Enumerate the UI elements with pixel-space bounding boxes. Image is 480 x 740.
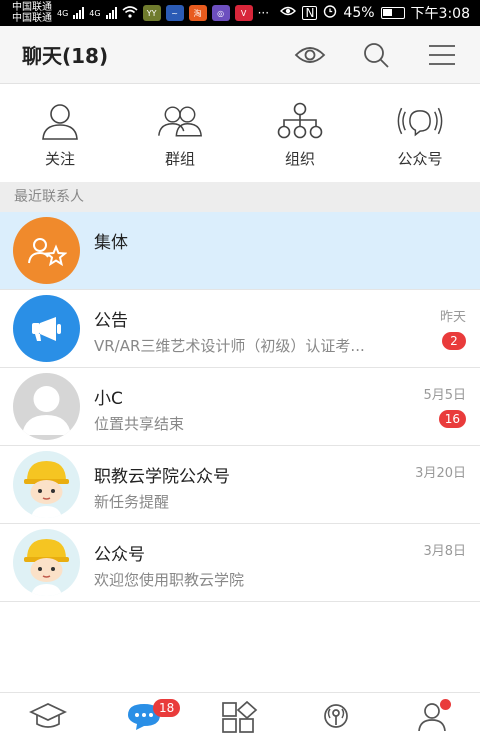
signal-icon [73, 7, 85, 19]
more-dots: ··· [257, 6, 270, 20]
conversation-time: 昨天 [439, 310, 466, 325]
conversation-preview: 新任务提醒 [94, 493, 170, 511]
quick-entry-org[interactable]: 组织 [240, 84, 360, 182]
quick-entry-follow[interactable]: 关注 [0, 84, 120, 182]
conversation-item[interactable]: 公众号 3月8日 欢迎您使用职教云学院 [0, 524, 480, 602]
battery-icon [380, 7, 405, 19]
conversation-item[interactable]: 职教云学院公众号 3月20日 新任务提醒 [0, 446, 480, 524]
graduation-cap-icon [29, 701, 67, 735]
quick-entry-label: 组织 [284, 150, 315, 168]
megaphone-avatar [13, 295, 80, 362]
broadcast-signal-icon [317, 701, 355, 735]
group-star-avatar [13, 217, 80, 284]
person-icon [37, 102, 83, 140]
unread-badge: 2 [442, 332, 466, 350]
chat-unread-badge: 18 [153, 699, 181, 717]
app-notification-icon: ◎ [211, 5, 230, 21]
page-title: 聊天(18) [22, 44, 109, 68]
conversation-name: 职教云学院公众号 [94, 467, 230, 487]
top-bar: 聊天(18) [0, 26, 480, 84]
group-icon [157, 102, 203, 140]
conversation-name: 公众号 [94, 545, 145, 565]
app-notification-icon: ~ [165, 5, 184, 21]
worker-avatar [13, 451, 80, 518]
alarm-icon [323, 4, 337, 22]
quick-entry-label: 关注 [44, 150, 75, 168]
default-user-avatar [13, 373, 80, 440]
conversation-preview: VR/AR三维艺术设计师（初级）认证考... [94, 337, 365, 355]
nfc-icon: N [302, 6, 318, 20]
quick-entry-label: 公众号 [397, 150, 443, 168]
carrier-info: 中国联通 中国联通 [12, 2, 52, 24]
wifi-icon [122, 5, 138, 21]
nav-item-profile[interactable] [384, 693, 480, 740]
nav-item-courses[interactable] [0, 693, 96, 740]
carrier-2: 中国联通 [12, 13, 52, 24]
network-1: 4G [57, 8, 69, 18]
status-bar: 中国联通 中国联通 4G 4G YY ~ 淘 ◎ V ··· N 45% 下午3… [0, 0, 480, 26]
conversation-item[interactable]: 公告 昨天 VR/AR三维艺术设计师（初级）认证考... 2 [0, 290, 480, 368]
conversation-preview: 位置共享结束 [94, 415, 185, 433]
app-notification-icon: 淘 [188, 5, 207, 21]
search-icon[interactable] [360, 41, 392, 69]
signal-icon-2 [105, 7, 117, 19]
chat-screen: 中国联通 中国联通 4G 4G YY ~ 淘 ◎ V ··· N 45% 下午3… [0, 0, 480, 740]
quick-entry-row: 关注 群组 组织 公众号 [0, 84, 480, 182]
battery-percent: 45% [343, 5, 375, 21]
conversation-name: 集体 [94, 233, 128, 253]
conversation-item[interactable]: 小C 5月5日 位置共享结束 16 [0, 368, 480, 446]
app-notification-icon: YY [142, 5, 161, 21]
broadcast-icon [397, 102, 443, 140]
conversation-preview: 欢迎您使用职教云学院 [94, 571, 245, 589]
conversation-name: 公告 [94, 311, 128, 331]
nav-item-chat[interactable]: 18 [96, 693, 192, 740]
apps-grid-icon [221, 700, 259, 737]
app-notification-icon: V [234, 5, 253, 21]
eye-icon[interactable] [294, 41, 326, 69]
nav-item-broadcast[interactable] [288, 693, 384, 740]
quick-entry-official-accounts[interactable]: 公众号 [360, 84, 480, 182]
unread-badge: 16 [438, 410, 466, 428]
conversation-item[interactable]: 集体 [0, 212, 480, 290]
carrier-1: 中国联通 [12, 2, 52, 13]
worker-avatar [13, 529, 80, 596]
quick-entry-label: 群组 [164, 150, 195, 168]
conversation-time: 3月8日 [423, 544, 466, 559]
conversation-name: 小C [94, 389, 123, 409]
network-2: 4G [89, 8, 101, 18]
menu-icon[interactable] [426, 41, 458, 69]
conversation-list: 集体 公告 昨天 VR/AR三维艺术设计师（初级）认证考... 2 小C 5月5… [0, 212, 480, 602]
recent-contacts-header: 最近联系人 [0, 182, 480, 212]
clock: 下午3:08 [410, 6, 470, 22]
conversation-time: 3月20日 [415, 466, 466, 481]
eye-status-icon [280, 5, 297, 21]
bottom-nav: 18 [0, 692, 480, 740]
quick-entry-groups[interactable]: 群组 [120, 84, 240, 182]
org-tree-icon [277, 102, 323, 140]
profile-notification-dot [440, 699, 451, 710]
conversation-time: 5月5日 [423, 388, 466, 403]
nav-item-apps[interactable] [192, 693, 288, 740]
